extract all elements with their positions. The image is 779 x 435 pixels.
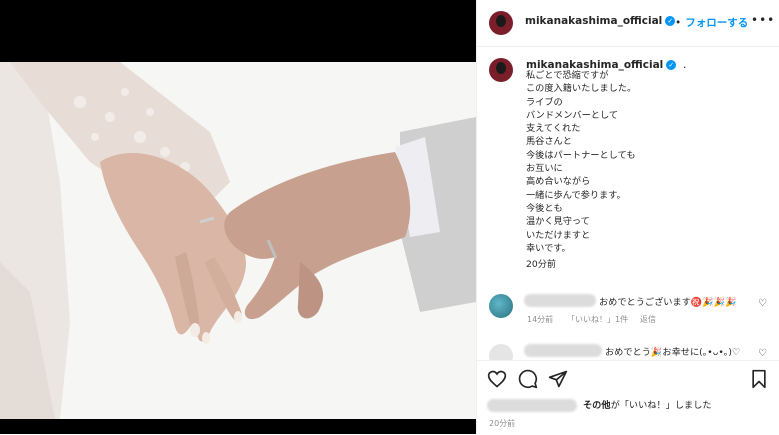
comment-like-heart-icon[interactable]: ♡: [758, 348, 767, 359]
like-heart-icon[interactable]: [487, 369, 507, 389]
comment-avatar[interactable]: [489, 294, 513, 318]
caption-line: 一緒に歩んで参ります。: [526, 189, 626, 201]
comment-item: おめでとう🎉お幸せに(｡•ᴗ•｡)♡ ♡: [477, 340, 779, 360]
caption-line: 支えてくれた: [526, 123, 581, 135]
likes-text: が「いいね！」しました: [610, 400, 712, 411]
comment-item: おめでとうございます㊗️🎉🎉🎉 14分前 「いいね！」1件 返信 ♡: [477, 290, 779, 330]
caption-line: 幸いです。: [526, 242, 571, 254]
caption-text: 私ごとで恐縮ですが この度入籍いたしました。 ライブの バンドメンバーとして 支…: [526, 69, 766, 271]
caption-line: 温かく見守って: [526, 216, 590, 228]
caption-timestamp[interactable]: 20分前: [526, 258, 766, 271]
share-send-icon[interactable]: [548, 369, 568, 389]
header-username[interactable]: mikanakashima_official ✓: [525, 15, 676, 27]
post-actions: その他が「いいね！」しました 20分前: [477, 360, 779, 435]
comment-avatar[interactable]: [489, 344, 513, 360]
comment-bubble-icon[interactable]: [518, 369, 538, 389]
caption-line: 私ごとで恐縮ですが: [526, 70, 609, 81]
more-options-icon[interactable]: •••: [751, 13, 775, 27]
instagram-post-view: mikanakashima_official ✓ • フォローする ••• mika…: [0, 0, 779, 435]
comment-username-blurred: [524, 344, 602, 357]
comment-likes-count[interactable]: 「いいね！」1件: [567, 314, 628, 325]
avatar[interactable]: [489, 11, 513, 35]
caption-line: 馬谷さんと: [526, 136, 572, 148]
comment-timestamp[interactable]: 14分前: [527, 314, 553, 325]
verified-badge-icon: ✓: [665, 16, 676, 26]
comment-like-heart-icon[interactable]: ♡: [758, 298, 767, 309]
save-bookmark-icon[interactable]: [749, 369, 769, 389]
caption-avatar[interactable]: [489, 58, 513, 82]
caption-line: 今後はパートナーとしても: [526, 149, 636, 161]
post-side-panel: mikanakashima_official ✓ • フォローする ••• mika…: [476, 0, 779, 435]
caption-line: 高め合いながら: [526, 176, 591, 188]
post-photo: [0, 62, 476, 419]
likes-others-link[interactable]: その他: [583, 400, 611, 411]
caption-line: この度入籍いたしました。: [526, 83, 637, 95]
likes-summary: その他が「いいね！」しました: [487, 397, 712, 412]
follow-button-label[interactable]: フォローする: [685, 17, 748, 29]
post-header: mikanakashima_official ✓ • フォローする •••: [477, 0, 779, 47]
comment-text: おめでとう🎉お幸せに(｡•ᴗ•｡)♡: [605, 347, 741, 358]
caption-line: いただけますと: [526, 229, 591, 241]
caption-line: バンドメンバーとして: [526, 109, 619, 121]
header-separator: •: [675, 17, 682, 29]
header-username-text[interactable]: mikanakashima_official: [525, 15, 662, 27]
post-timestamp[interactable]: 20分前: [489, 418, 515, 429]
caption-line: ライブの: [526, 96, 563, 108]
comment-reply-button[interactable]: 返信: [640, 314, 656, 325]
post-media: [0, 0, 476, 434]
caption-line: 今後とも: [526, 202, 563, 214]
follow-button[interactable]: • フォローする: [675, 15, 748, 30]
comment-username-blurred: [524, 294, 596, 307]
liker-name-blurred: [487, 399, 577, 412]
caption-line: お互いに: [526, 163, 563, 175]
comment-text: おめでとうございます㊗️🎉🎉🎉: [599, 297, 737, 308]
